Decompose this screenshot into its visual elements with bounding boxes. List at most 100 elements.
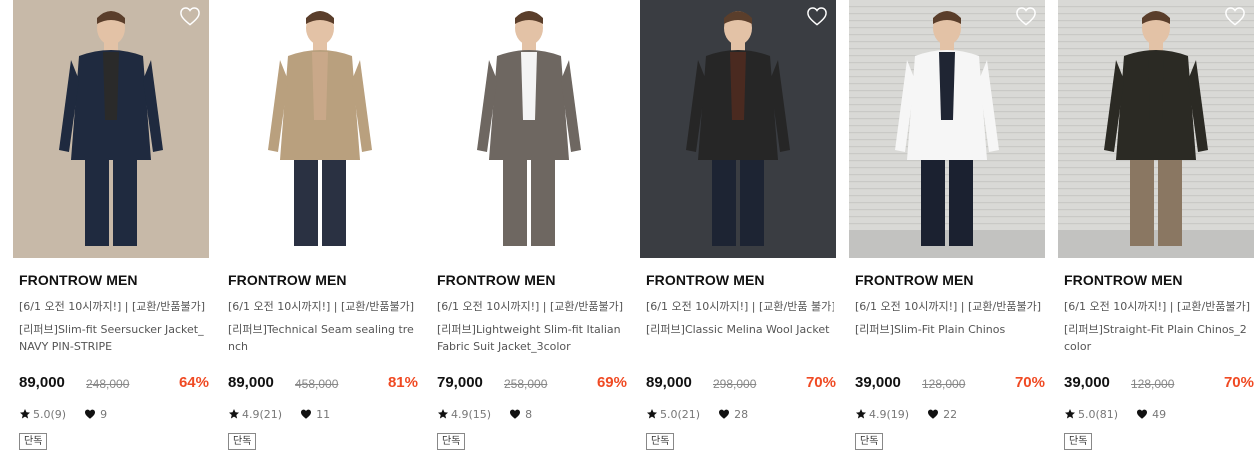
price-row: 89,000 458,000 81% — [228, 374, 418, 394]
star-icon — [1064, 408, 1076, 420]
product-meta: 5.0(81) 49 — [1064, 408, 1166, 424]
like-count: 8 — [525, 408, 533, 421]
product-meta: 5.0(9) 9 — [19, 408, 107, 424]
product-promo: [6/1 오전 10시까지!] | [교환/반품불가] — [19, 300, 205, 313]
exclusive-badge: 단독 — [646, 433, 675, 450]
product-image[interactable] — [431, 0, 627, 258]
product-promo: [6/1 오전 10시까지!] | [교환/반품 불가] — [646, 300, 834, 313]
heart-icon — [84, 408, 96, 420]
exclusive-badge: 단독 — [228, 433, 257, 450]
product-card[interactable]: FRONTROW MEN [6/1 오전 10시까지!] | [교환/반품불가]… — [849, 0, 1045, 466]
like-count: 49 — [1152, 408, 1167, 421]
wishlist-heart-icon[interactable] — [806, 6, 828, 26]
wishlist-heart-icon[interactable] — [1015, 6, 1037, 26]
product-photo — [13, 0, 209, 258]
product-grid: FRONTROW MEN [6/1 오전 10시까지!] | [교환/반품불가]… — [0, 0, 1256, 466]
exclusive-badge: 단독 — [1064, 433, 1093, 450]
price-row: 39,000 128,000 70% — [1064, 374, 1254, 394]
product-promo: [6/1 오전 10시까지!] | [교환/반품불가] — [437, 300, 623, 313]
product-card[interactable]: FRONTROW MEN [6/1 오전 10시까지!] | [교환/반품불가]… — [431, 0, 627, 466]
discount-rate: 70% — [1014, 374, 1045, 391]
product-name[interactable]: [리퍼브]Lightweight Slim-fit Italian Fabric… — [437, 321, 623, 355]
price-row: 89,000 248,000 64% — [19, 374, 209, 394]
product-name[interactable]: [리퍼브]Technical Seam sealing trench — [228, 321, 414, 355]
rating-value: 5.0(81) — [1078, 408, 1119, 421]
product-name[interactable]: [리퍼브]Slim-Fit Plain Chinos — [855, 321, 1041, 338]
product-image[interactable] — [849, 0, 1045, 258]
star-icon — [228, 408, 240, 420]
price-row: 89,000 298,000 70% — [646, 374, 836, 394]
product-card[interactable]: FRONTROW MEN [6/1 오전 10시까지!] | [교환/반품불가]… — [222, 0, 418, 466]
sale-price: 89,000 — [228, 374, 274, 391]
like-count: 9 — [100, 408, 108, 421]
product-brand[interactable]: FRONTROW MEN — [228, 272, 347, 288]
product-promo: [6/1 오전 10시까지!] | [교환/반품불가] — [228, 300, 414, 313]
sale-price: 39,000 — [855, 374, 901, 391]
exclusive-badge: 단독 — [855, 433, 884, 450]
product-image[interactable] — [1058, 0, 1254, 258]
rating-value: 5.0(21) — [660, 408, 701, 421]
star-icon — [855, 408, 867, 420]
product-card[interactable]: FRONTROW MEN [6/1 오전 10시까지!] | [교환/반품 불가… — [640, 0, 836, 466]
rating-value: 4.9(21) — [242, 408, 283, 421]
rating-value: 4.9(15) — [451, 408, 492, 421]
wishlist-heart-icon[interactable] — [388, 6, 410, 26]
heart-icon — [927, 408, 939, 420]
product-image[interactable] — [13, 0, 209, 258]
original-price: 128,000 — [1131, 377, 1175, 391]
discount-rate: 70% — [1223, 374, 1254, 391]
heart-icon — [718, 408, 730, 420]
heart-icon — [1136, 408, 1148, 420]
original-price: 458,000 — [295, 377, 339, 391]
original-price: 248,000 — [86, 377, 130, 391]
discount-rate: 69% — [596, 374, 627, 391]
product-brand[interactable]: FRONTROW MEN — [19, 272, 138, 288]
discount-rate: 70% — [805, 374, 836, 391]
sale-price: 89,000 — [19, 374, 65, 391]
product-promo: [6/1 오전 10시까지!] | [교환/반품불가] — [1064, 300, 1250, 313]
product-image[interactable] — [640, 0, 836, 258]
product-meta: 4.9(15) 8 — [437, 408, 532, 424]
product-photo — [1058, 0, 1254, 258]
heart-icon — [509, 408, 521, 420]
wishlist-heart-icon[interactable] — [597, 6, 619, 26]
product-photo — [222, 0, 418, 258]
wishlist-heart-icon[interactable] — [179, 6, 201, 26]
product-image[interactable] — [222, 0, 418, 258]
rating-value: 5.0(9) — [33, 408, 67, 421]
heart-icon — [300, 408, 312, 420]
sale-price: 39,000 — [1064, 374, 1110, 391]
product-photo — [849, 0, 1045, 258]
discount-rate: 64% — [178, 374, 209, 391]
product-card[interactable]: FRONTROW MEN [6/1 오전 10시까지!] | [교환/반품불가]… — [1058, 0, 1254, 466]
like-count: 28 — [734, 408, 749, 421]
product-meta: 5.0(21) 28 — [646, 408, 748, 424]
price-row: 39,000 128,000 70% — [855, 374, 1045, 394]
product-meta: 4.9(21) 11 — [228, 408, 330, 424]
wishlist-heart-icon[interactable] — [1224, 6, 1246, 26]
original-price: 298,000 — [713, 377, 757, 391]
exclusive-badge: 단독 — [19, 433, 48, 450]
product-name[interactable]: [리퍼브]Classic Melina Wool Jacket — [646, 321, 832, 338]
star-icon — [437, 408, 449, 420]
product-card[interactable]: FRONTROW MEN [6/1 오전 10시까지!] | [교환/반품불가]… — [13, 0, 209, 466]
product-promo: [6/1 오전 10시까지!] | [교환/반품불가] — [855, 300, 1041, 313]
exclusive-badge: 단독 — [437, 433, 466, 450]
product-name[interactable]: [리퍼브]Straight-Fit Plain Chinos_2color — [1064, 321, 1250, 355]
product-brand[interactable]: FRONTROW MEN — [437, 272, 556, 288]
product-name[interactable]: [리퍼브]Slim-fit Seersucker Jacket_NAVY PIN… — [19, 321, 205, 355]
like-count: 22 — [943, 408, 958, 421]
rating-value: 4.9(19) — [869, 408, 910, 421]
star-icon — [19, 408, 31, 420]
star-icon — [646, 408, 658, 420]
product-brand[interactable]: FRONTROW MEN — [855, 272, 974, 288]
discount-rate: 81% — [387, 374, 418, 391]
price-row: 79,000 258,000 69% — [437, 374, 627, 394]
product-photo — [640, 0, 836, 258]
original-price: 258,000 — [504, 377, 548, 391]
product-meta: 4.9(19) 22 — [855, 408, 957, 424]
like-count: 11 — [316, 408, 331, 421]
product-brand[interactable]: FRONTROW MEN — [1064, 272, 1183, 288]
product-brand[interactable]: FRONTROW MEN — [646, 272, 765, 288]
product-photo — [431, 0, 627, 258]
